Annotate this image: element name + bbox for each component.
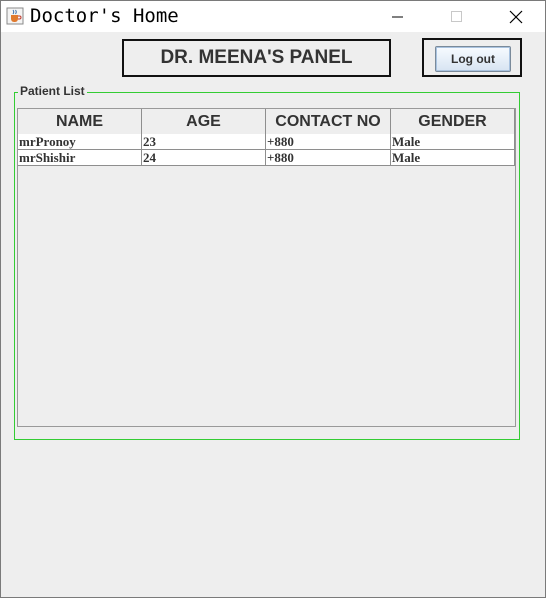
cell-contact[interactable]: +880 [266,134,391,150]
column-header-age[interactable]: AGE [142,109,266,134]
table-body: mrPronoy 23 +880 Male mrShishir 24 +880 … [18,134,515,166]
cell-name[interactable]: mrShishir [18,150,142,166]
maximize-button[interactable] [428,1,486,32]
column-header-gender[interactable]: GENDER [391,109,515,134]
logout-frame: Log out [422,38,522,77]
cell-name[interactable]: mrPronoy [18,134,142,150]
column-header-name[interactable]: NAME [18,109,142,134]
patient-table-scrollpane[interactable]: NAME AGE CONTACT NO GENDER mrPronoy 23 +… [17,108,516,427]
close-button[interactable] [487,1,545,32]
logout-button[interactable]: Log out [435,46,511,72]
table-row[interactable]: mrShishir 24 +880 Male [18,150,515,166]
window-title: Doctor's Home [30,5,179,27]
maximize-icon [451,10,462,22]
table-header: NAME AGE CONTACT NO GENDER [18,109,515,134]
column-header-contact[interactable]: CONTACT NO [266,109,391,134]
close-icon [509,10,523,23]
cell-gender[interactable]: Male [391,150,515,166]
cell-gender[interactable]: Male [391,134,515,150]
minimize-button[interactable] [369,1,427,32]
panel-title-box: DR. MEENA'S PANEL [122,39,391,77]
title-bar[interactable]: Doctor's Home [1,1,545,32]
table-row[interactable]: mrPronoy 23 +880 Male [18,134,515,150]
cell-age[interactable]: 24 [142,150,266,166]
patient-list-legend: Patient List [18,84,87,98]
doctors-home-window: Doctor's Home DR. MEENA'S PANEL Log out … [0,0,546,598]
cell-contact[interactable]: +880 [266,150,391,166]
java-coffee-cup-icon [6,7,24,25]
cell-age[interactable]: 23 [142,134,266,150]
panel-title: DR. MEENA'S PANEL [160,47,353,68]
minimize-icon [392,16,403,17]
